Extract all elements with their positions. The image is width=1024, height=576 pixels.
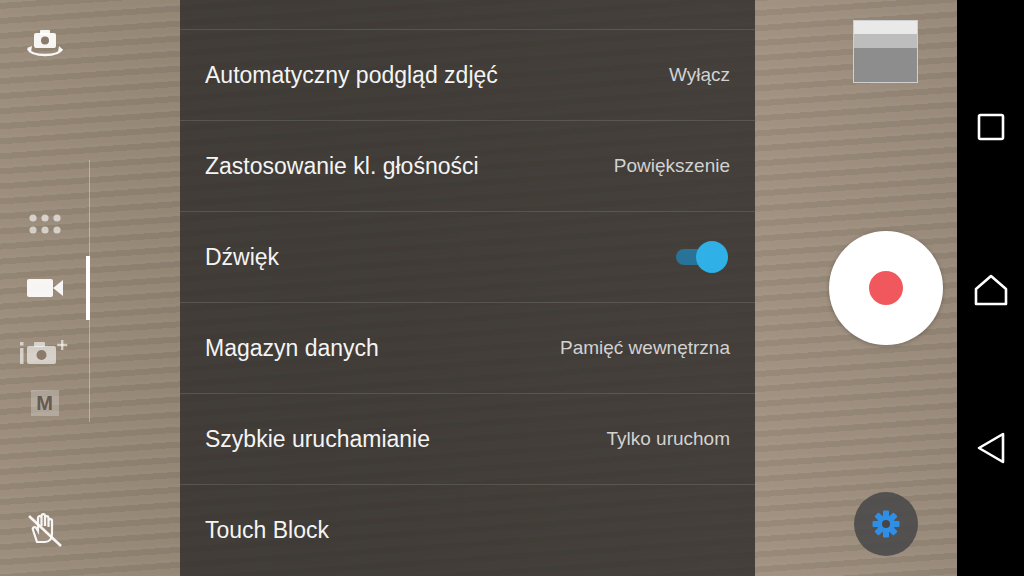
setting-label: Magazyn danych — [205, 335, 379, 362]
settings-row[interactable]: Szybkie uruchamianie Tylko uruchom — [180, 394, 755, 485]
gear-icon — [871, 509, 901, 539]
settings-row[interactable]: Touch Block — [180, 485, 755, 576]
recents-button[interactable] — [957, 97, 1024, 157]
mode-item[interactable] — [0, 256, 89, 320]
setting-label: Automatyczny podgląd zdjęć — [205, 62, 498, 89]
video-camera-icon — [26, 276, 64, 300]
toggle-switch[interactable] — [674, 240, 730, 274]
back-triangle-icon — [975, 431, 1007, 465]
setting-value: Tylko uruchom — [606, 428, 730, 450]
setting-value: Pamięć wewnętrzna — [560, 337, 730, 359]
record-dot-icon — [869, 271, 903, 305]
navigation-bar — [957, 0, 1024, 576]
manual-mode-label: M — [31, 390, 59, 416]
mode-item[interactable]: M — [0, 384, 89, 422]
selection-bar — [86, 320, 90, 384]
selection-bar — [86, 192, 90, 256]
settings-row-partial — [180, 0, 755, 30]
last-photo-thumbnail[interactable] — [853, 20, 918, 83]
switch-camera-button[interactable] — [0, 0, 90, 88]
settings-row[interactable]: Automatyczny podgląd zdjęć Wyłącz — [180, 30, 755, 121]
back-button[interactable] — [957, 418, 1024, 478]
selection-bar — [86, 384, 90, 422]
superior-auto-icon — [19, 338, 71, 366]
spacer — [990, 320, 991, 418]
touch-block-off-icon — [25, 512, 65, 548]
mode-list: M — [0, 160, 90, 422]
setting-label: Touch Block — [205, 517, 329, 544]
selection-bar — [86, 256, 90, 320]
setting-label: Dźwięk — [205, 244, 279, 271]
settings-row[interactable]: Zastosowanie kl. głośności Powiększenie — [180, 121, 755, 212]
recents-square-icon — [976, 112, 1006, 142]
touch-block-button[interactable] — [0, 484, 90, 576]
switch-camera-icon — [24, 27, 66, 61]
capture-controls — [755, 0, 957, 576]
spacer — [990, 157, 991, 260]
settings-row[interactable]: Dźwięk — [180, 212, 755, 303]
mode-item[interactable] — [0, 320, 89, 384]
spacer — [0, 422, 90, 484]
spacer — [990, 0, 991, 97]
settings-panel: Automatyczny podgląd zdjęć Wyłącz Zastosow… — [180, 0, 755, 576]
apps-icon — [27, 212, 63, 236]
setting-value: Powiększenie — [614, 155, 730, 177]
mode-sidebar: M — [0, 0, 180, 576]
setting-label: Szybkie uruchamianie — [205, 426, 430, 453]
settings-row[interactable]: Magazyn danych Pamięć wewnętrzna — [180, 303, 755, 394]
setting-label: Zastosowanie kl. głośności — [205, 153, 479, 180]
settings-button[interactable] — [854, 492, 918, 556]
home-icon — [973, 273, 1009, 307]
mode-item[interactable] — [0, 192, 89, 256]
spacer — [0, 88, 90, 160]
record-button[interactable] — [829, 231, 943, 345]
home-button[interactable] — [957, 260, 1024, 320]
setting-value: Wyłącz — [669, 64, 730, 86]
toggle-knob — [696, 241, 728, 273]
